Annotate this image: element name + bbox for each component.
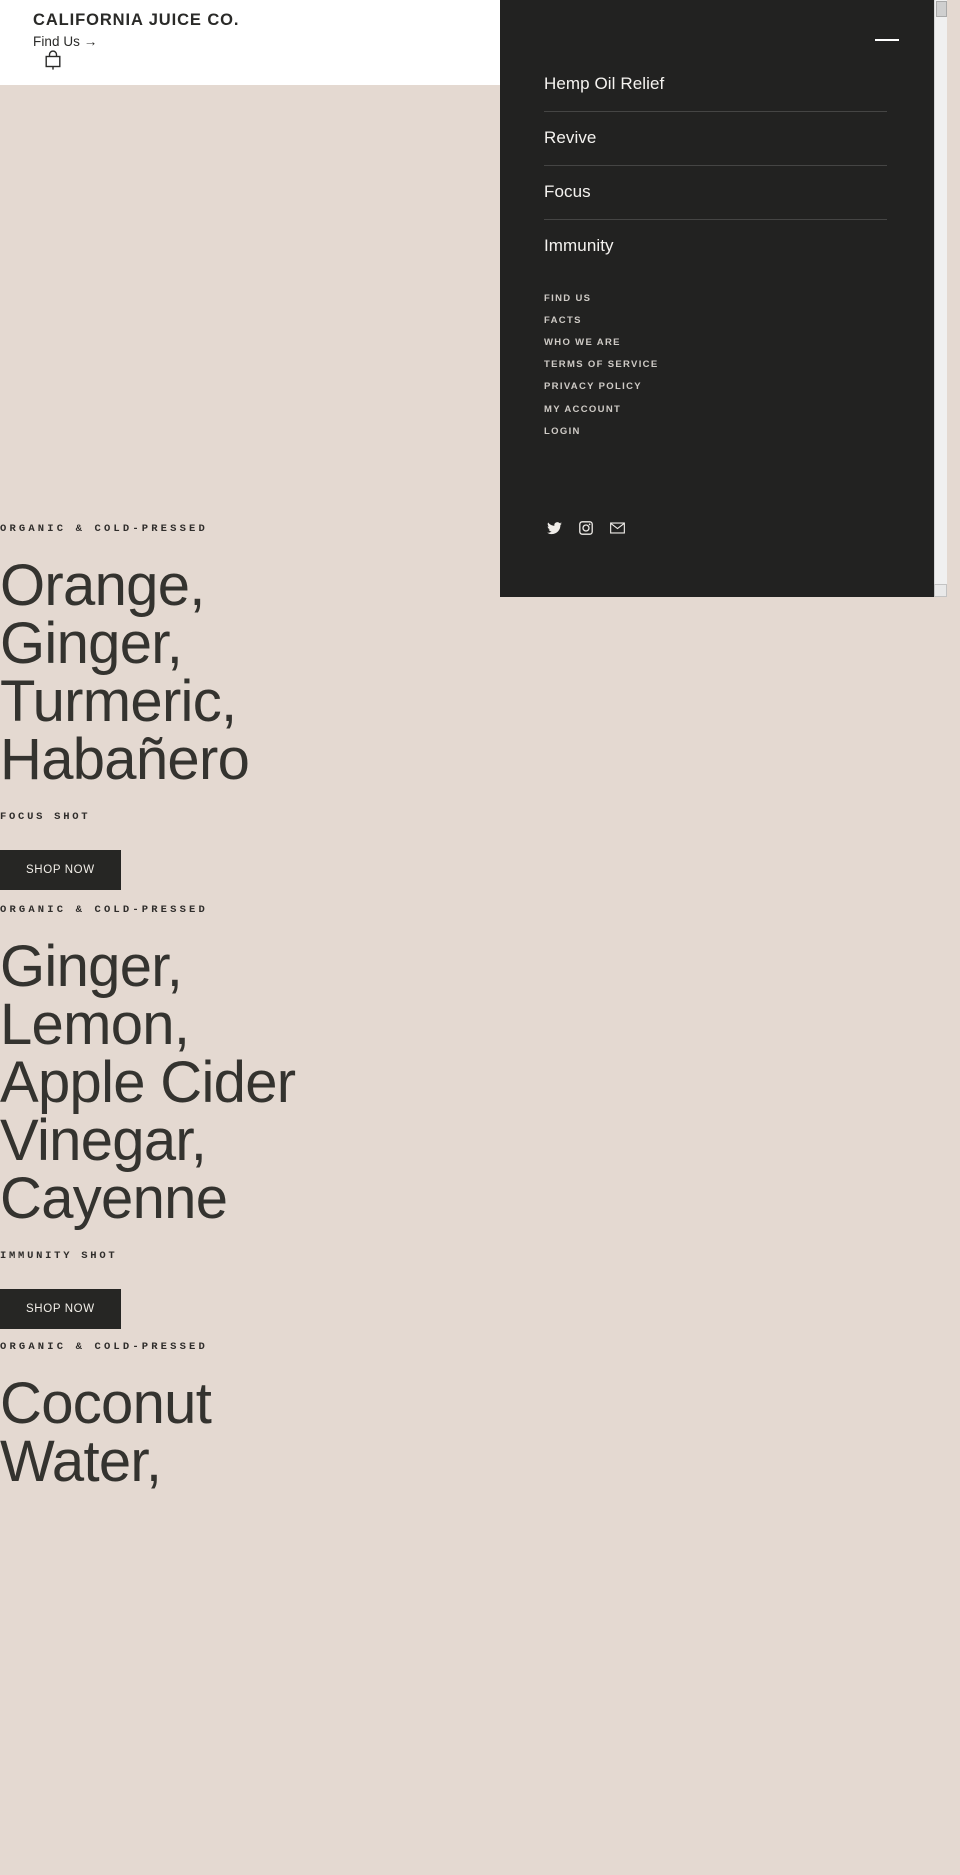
shopping-bag-icon[interactable]	[43, 50, 63, 72]
product-headline: Ginger, Lemon, Apple Cider Vinegar, Caye…	[0, 938, 803, 1228]
menu-scrollbar-track[interactable]	[934, 0, 947, 597]
page-root: CALIFORNIA JUICE CO. Find Us → ORGANIC &…	[0, 0, 960, 1875]
menu-item-focus[interactable]: Focus	[544, 166, 887, 219]
product-eyebrow: ORGANIC & COLD-PRESSED	[0, 904, 208, 916]
menu-row: Focus	[544, 166, 887, 220]
product-block-immunity: ORGANIC & COLD-PRESSED Ginger, Lemon, Ap…	[0, 904, 803, 1329]
menu-secondary-nav: FIND US FACTS WHO WE ARE TERMS OF SERVIC…	[544, 287, 659, 442]
twitter-icon[interactable]	[547, 521, 562, 535]
close-menu-icon[interactable]	[875, 39, 899, 41]
menu-row: Immunity	[544, 220, 887, 273]
menu-item-terms-of-service[interactable]: TERMS OF SERVICE	[544, 354, 659, 376]
headline-line: Ginger,	[0, 934, 183, 999]
shop-now-button[interactable]: SHOP NOW	[0, 1289, 121, 1329]
menu-scrollbar-corner[interactable]	[934, 584, 947, 597]
menu-item-facts[interactable]: FACTS	[544, 309, 659, 331]
brand-logo[interactable]: CALIFORNIA JUICE CO.	[33, 11, 239, 30]
email-icon[interactable]	[610, 522, 625, 534]
menu-item-revive[interactable]: Revive	[544, 112, 887, 165]
menu-item-hemp-oil-relief[interactable]: Hemp Oil Relief	[544, 58, 887, 111]
overlay-menu: Hemp Oil Relief Revive Focus Immunity FI…	[500, 0, 947, 597]
product-eyebrow: ORGANIC & COLD-PRESSED	[0, 1341, 208, 1353]
headline-line: Vinegar,	[0, 1108, 207, 1173]
headline-line: Habañero	[0, 727, 250, 792]
headline-line: Turmeric,	[0, 669, 237, 734]
headline-line: Coconut	[0, 1371, 212, 1436]
menu-item-login[interactable]: LOGIN	[544, 420, 659, 442]
menu-item-privacy-policy[interactable]: PRIVACY POLICY	[544, 376, 659, 398]
headline-line: Apple Cider	[0, 1050, 296, 1115]
menu-row: Hemp Oil Relief	[544, 58, 887, 112]
instagram-icon[interactable]	[579, 521, 593, 535]
headline-line: Lemon,	[0, 992, 190, 1057]
headline-line: Ginger,	[0, 611, 183, 676]
menu-row: Revive	[544, 112, 887, 166]
product-subline: FOCUS SHOT	[0, 811, 91, 823]
product-headline: Coconut Water,	[0, 1375, 803, 1491]
social-links	[547, 521, 625, 535]
product-block-coconut: ORGANIC & COLD-PRESSED Coconut Water,	[0, 1341, 803, 1491]
menu-item-my-account[interactable]: MY ACCOUNT	[544, 398, 659, 420]
menu-item-who-we-are[interactable]: WHO WE ARE	[544, 331, 659, 353]
menu-item-immunity[interactable]: Immunity	[544, 220, 887, 273]
menu-primary-nav: Hemp Oil Relief Revive Focus Immunity	[544, 58, 887, 273]
headline-line: Cayenne	[0, 1166, 228, 1231]
menu-scrollbar-thumb[interactable]	[936, 1, 947, 17]
shop-now-button[interactable]: SHOP NOW	[0, 850, 121, 890]
find-us-link[interactable]: Find Us →	[33, 34, 97, 49]
headline-line: Water,	[0, 1429, 162, 1494]
menu-item-find-us[interactable]: FIND US	[544, 287, 659, 309]
product-subline: IMMUNITY SHOT	[0, 1250, 118, 1262]
